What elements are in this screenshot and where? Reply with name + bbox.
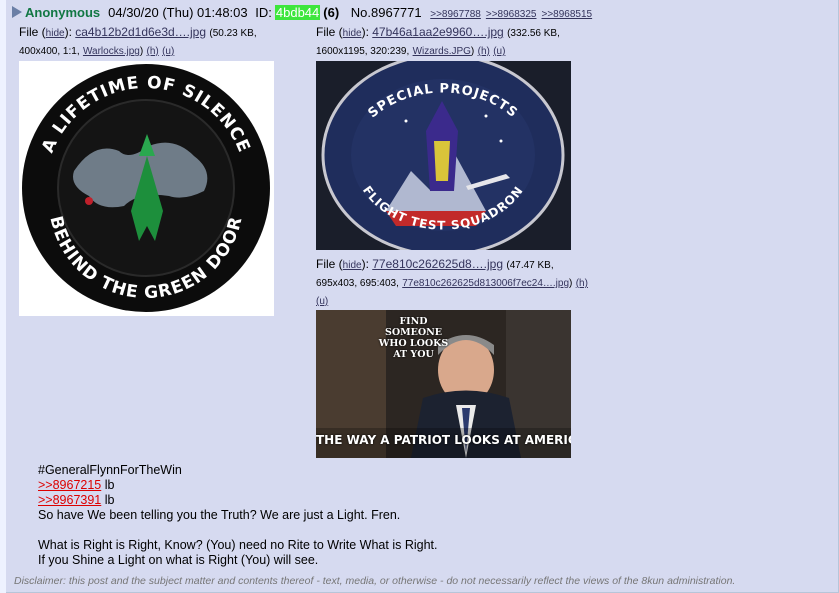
file-thumbnail[interactable]: A LIFETIME OF SILENCE BEHIND THE GREEN D… — [19, 61, 274, 316]
post-date: 04/30/20 (Thu) 01:48:03 — [108, 5, 248, 20]
u-link[interactable]: (u) — [162, 46, 174, 57]
original-filename[interactable]: 77e810c262625d813006f7ec24….jpg — [402, 278, 569, 289]
disclaimer: Disclaimer: this post and the subject ma… — [14, 575, 736, 587]
file-dims: 400x400, 1:1, — [19, 46, 80, 57]
h-link[interactable]: (h) — [478, 46, 490, 57]
file-thumbnail[interactable]: FIND SOMEONE WHO LOOKS AT YOU THE WAY A … — [316, 310, 571, 458]
hashtag-line: #GeneralFlynnForTheWin — [38, 463, 182, 477]
file-size: (50.23 KB, — [209, 28, 257, 39]
post-body: #GeneralFlynnForTheWin >>8967215 lb >>89… — [38, 463, 438, 567]
post-container: Anonymous 04/30/20 (Thu) 01:48:03 ID: 4bdb… — [6, 0, 839, 593]
poster-name: Anonymous — [25, 5, 101, 20]
original-filename[interactable]: Warlocks.jpg — [83, 46, 140, 57]
file-info: File (hide): 47b46a1aa2e9960….jpg (332.5… — [316, 25, 560, 57]
body-text: So have We been telling you the Truth? W… — [38, 508, 401, 522]
post-header: Anonymous 04/30/20 (Thu) 01:48:03 ID: 4bdb… — [12, 5, 592, 20]
id-post-count: (6) — [323, 5, 340, 20]
file-link[interactable]: 47b46a1aa2e9960….jpg — [372, 25, 503, 39]
body-text: What is Right is Right, Know? (You) need… — [38, 538, 438, 552]
file-dims: 1600x1195, 320:239, — [316, 46, 410, 57]
poster-id[interactable]: 4bdb44 — [274, 5, 321, 20]
meme-text-top: FIND SOMEONE WHO LOOKS AT YOU — [378, 316, 449, 360]
hide-link[interactable]: hide — [343, 28, 362, 39]
original-filename[interactable]: Wizards.JPG — [413, 46, 471, 57]
file-size: (47.47 KB, — [506, 260, 554, 271]
file-dims: 695x403, 695:403, — [316, 278, 399, 289]
u-link[interactable]: (u) — [316, 296, 328, 307]
h-link[interactable]: (h) — [147, 46, 159, 57]
meme-text-bottom: THE WAY A PATRIOT LOOKS AT AMERICA — [316, 433, 571, 447]
post-menu-arrow-icon[interactable] — [12, 6, 22, 18]
file-thumbnail[interactable]: SPECIAL PROJECTS FLIGHT TEST SQUADRON — [316, 61, 571, 250]
file-info: File (hide): 77e810c262625d8….jpg (47.47… — [316, 257, 588, 307]
hide-link[interactable]: hide — [343, 260, 362, 271]
quote-link[interactable]: >>8967391 — [38, 493, 101, 507]
file-link[interactable]: ca4b12b2d1d6e3d….jpg — [75, 25, 206, 39]
h-link[interactable]: (h) — [576, 278, 588, 289]
file-size: (332.56 KB, — [507, 28, 560, 39]
backlink[interactable]: >>8968325 — [486, 9, 537, 20]
backlink[interactable]: >>8968515 — [542, 9, 593, 20]
post-number[interactable]: No.8967771 — [351, 5, 422, 20]
id-label: ID: — [255, 5, 272, 20]
quote-link[interactable]: >>8967215 — [38, 478, 101, 492]
hide-link[interactable]: hide — [46, 28, 65, 39]
backlink[interactable]: >>8967788 — [430, 9, 481, 20]
body-text: If you Shine a Light on what is Right (Y… — [38, 553, 319, 567]
u-link[interactable]: (u) — [493, 46, 505, 57]
file-link[interactable]: 77e810c262625d8….jpg — [372, 257, 503, 271]
file-info: File (hide): ca4b12b2d1d6e3d….jpg (50.23… — [19, 25, 257, 57]
